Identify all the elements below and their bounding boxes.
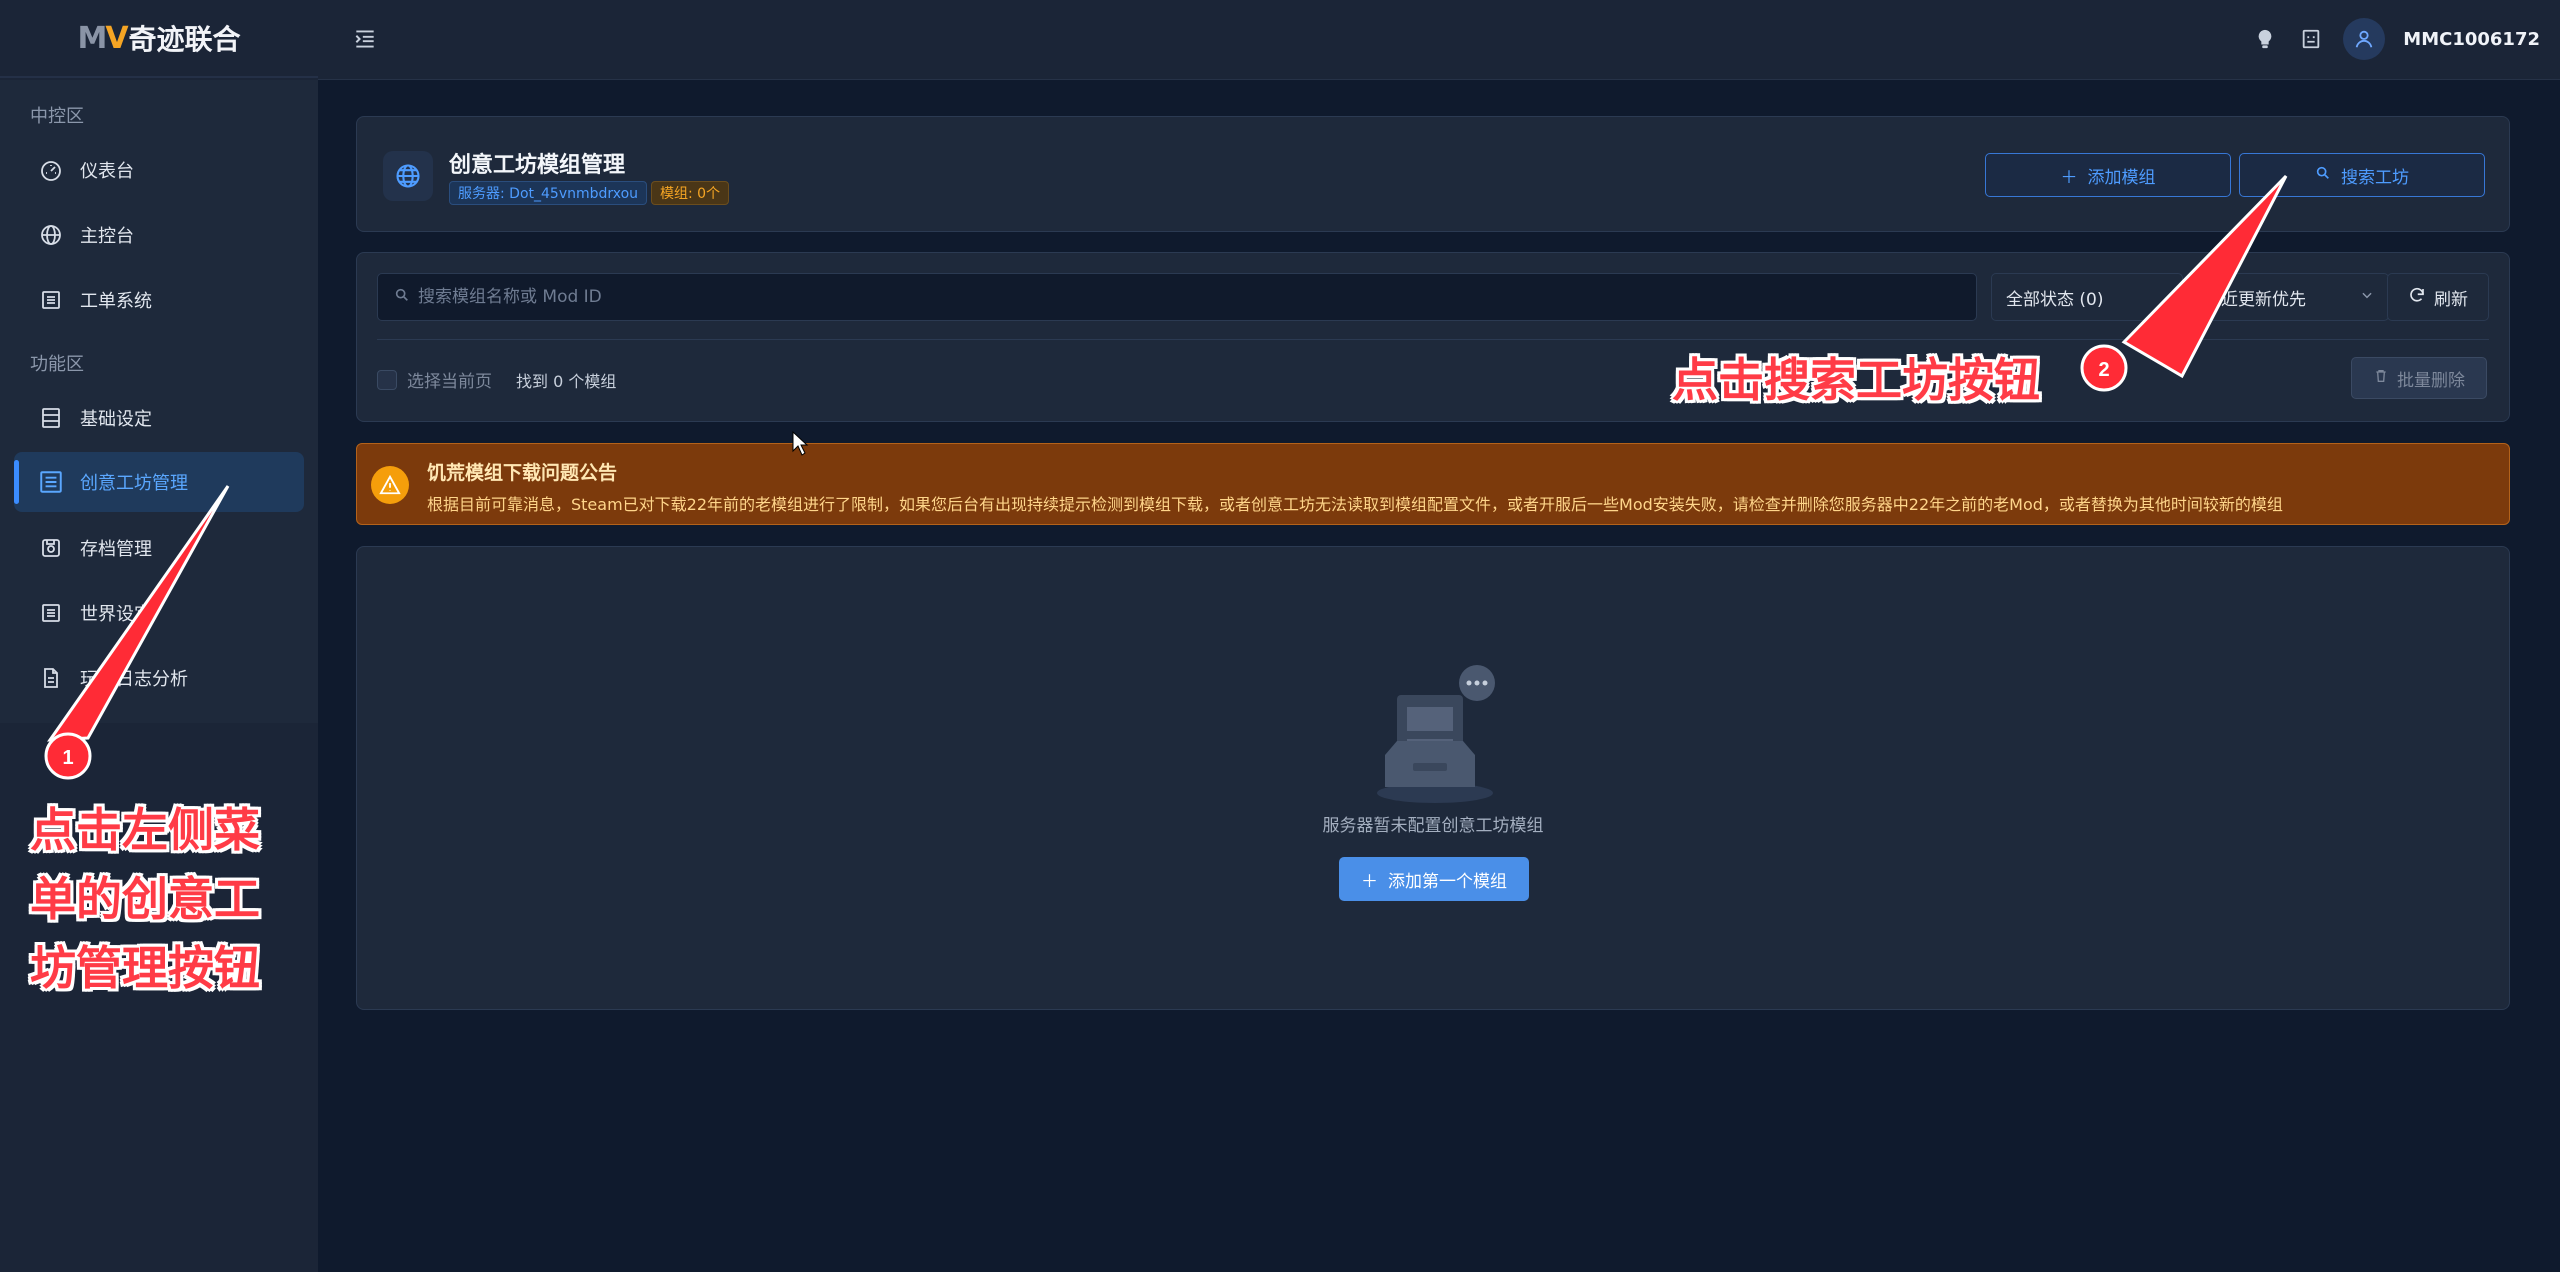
annotation-arrow-1 bbox=[47, 485, 230, 742]
annotation-number-1: 1 bbox=[62, 747, 73, 769]
annotation-text-1: 点击左侧菜 单的创意工 坊管理按钮 bbox=[30, 803, 260, 995]
annotation-text-2: 点击搜索工坊按钮 bbox=[1672, 353, 2040, 407]
annotation-number-2: 2 bbox=[2098, 359, 2109, 381]
annotation-overlay: 1 2 bbox=[44, 174, 2288, 780]
mouse-cursor-icon bbox=[792, 430, 809, 456]
annotation-arrow-2 bbox=[2121, 174, 2288, 379]
